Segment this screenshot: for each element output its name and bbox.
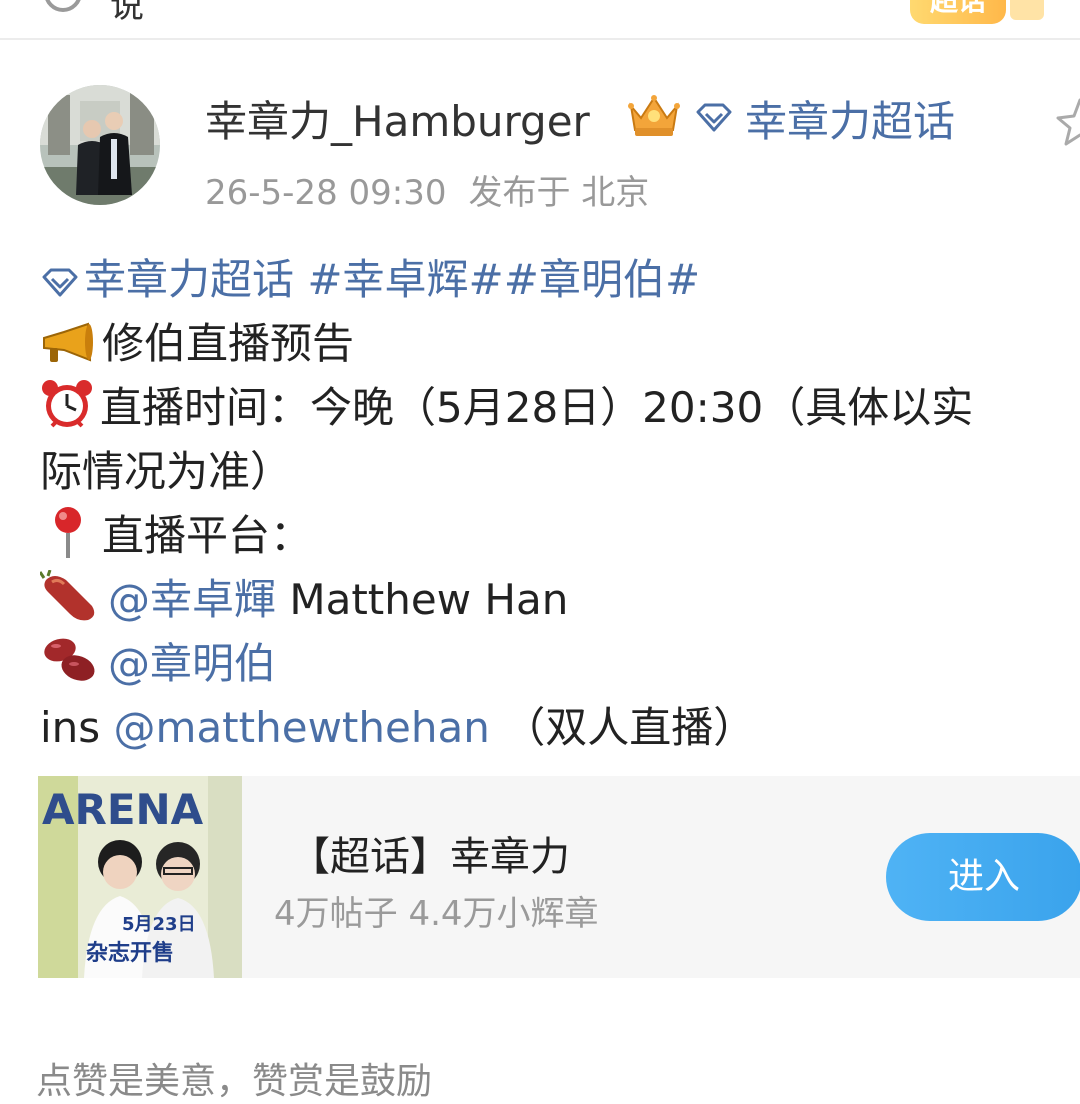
post-text: （双人直播） — [489, 703, 756, 752]
top-bar: 说 超话 — [0, 0, 1080, 40]
post-line: 际情况为准） — [40, 447, 293, 496]
post-text: 直播平台： — [102, 511, 313, 560]
enter-button[interactable]: 进入 — [886, 833, 1080, 921]
post-text: 直播时间：今晚（5月28日）20:30（具体以实 — [100, 383, 974, 432]
mention-link[interactable]: @幸卓輝 — [108, 575, 276, 624]
super-topic-badge[interactable]: 超话 — [910, 0, 1006, 24]
post-text: 修伯直播预告 — [102, 319, 355, 368]
author-name[interactable]: 幸章力_Hamburger — [205, 88, 590, 149]
post-time: 26-5-28 09:30 — [205, 173, 447, 213]
megaphone-icon — [43, 322, 93, 362]
topic-tag-link[interactable]: 幸章力超话 — [40, 255, 294, 304]
topic-cover-image: ARENA 5月23日 杂志开售 — [38, 776, 242, 978]
footer-text: 点赞是美意，赞赏是鼓励 — [36, 1061, 433, 1102]
post-line: @章明伯 — [40, 630, 276, 691]
card-title: 【超话】幸章力 — [290, 834, 570, 880]
topic-link[interactable]: 幸章力超话 — [745, 88, 955, 149]
pin-icon — [55, 507, 81, 558]
hashtag-links[interactable]: #幸卓辉##章明伯# — [294, 255, 700, 304]
super-topic-diamond-icon — [694, 103, 734, 137]
crown-icon — [625, 92, 683, 144]
post-line: 修伯直播预告 — [40, 310, 354, 371]
badge-decoration-icon — [1010, 0, 1044, 20]
search-icon[interactable] — [44, 0, 82, 12]
beans-icon — [44, 638, 95, 681]
post-meta: 26-5-28 09:30 发布于 北京 — [205, 165, 671, 214]
alarm-clock-icon — [42, 380, 92, 428]
top-bar-text: 说 — [110, 0, 144, 26]
post-line: ins @matthewthehan （双人直播） — [40, 694, 755, 755]
super-topic-diamond-icon — [42, 268, 78, 297]
post-line: 直播平台： — [40, 502, 312, 563]
topic-tag-label: 幸章力超话 — [84, 255, 295, 304]
mention-link[interactable]: @章明伯 — [108, 639, 276, 688]
sweet-potato-icon — [40, 570, 95, 621]
super-topic-card[interactable]: ARENA 5月23日 杂志开售 【超话】幸章力 4万帖子 4.4万小辉章 进入 — [38, 776, 1080, 978]
cover-caption-text: 杂志开售 — [86, 940, 174, 966]
card-stats: 4万帖子 4.4万小辉章 — [274, 894, 599, 934]
mention-link[interactable]: @matthewthehan — [114, 703, 490, 752]
post-location: 发布于 北京 — [468, 173, 650, 213]
star-icon[interactable] — [1052, 98, 1080, 152]
avatar[interactable] — [40, 85, 160, 205]
post-line: @幸卓輝 Matthew Han — [40, 566, 568, 627]
cover-date-text: 5月23日 — [122, 914, 196, 935]
post-text: ins — [40, 703, 114, 752]
post-text: Matthew Han — [276, 575, 569, 624]
post-topic-line: 幸章力超话 #幸卓辉##章明伯# — [40, 246, 700, 307]
post-line: 直播时间：今晚（5月28日）20:30（具体以实 — [40, 374, 973, 435]
cover-brand-text: ARENA — [42, 785, 204, 834]
